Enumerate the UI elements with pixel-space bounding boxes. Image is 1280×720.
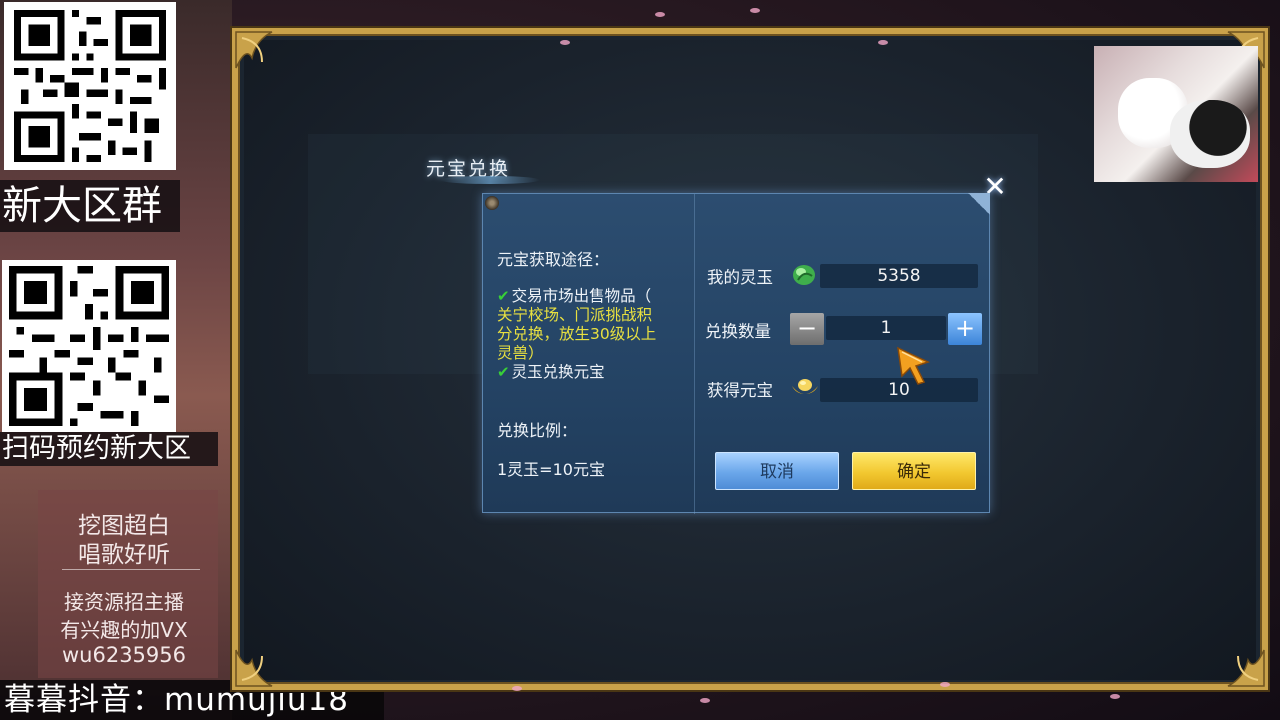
cursor-icon [894,344,936,386]
source-line-5: ✔ 灵玉兑换元宝 [497,363,605,381]
qr-code-top [4,2,176,170]
obtain-ingot-label: 获得元宝 [707,381,773,400]
page-fold-icon [968,193,990,215]
ingot-icon [790,374,820,400]
frame-corner-ornament-icon [232,28,302,98]
title-swoosh [440,176,540,184]
petal-decoration [560,40,570,45]
my-jade-label: 我的灵玉 [707,268,773,287]
new-zone-group-label: 新大区群 [0,180,180,232]
promo-wechat-id: wu6235956 [61,643,186,667]
petal-decoration [655,12,665,17]
source-title: 元宝获取途径： [497,250,610,269]
petal-decoration [878,40,888,45]
cat-image [1170,100,1250,168]
promo-line-2: 唱歌好听 [78,542,170,568]
confirm-button[interactable]: 确定 [852,452,976,490]
jade-icon [790,260,818,288]
promo-line-3: 接资源招主播 [64,590,184,614]
scan-reserve-label: 扫码预约新大区 [0,432,218,466]
petal-decoration [700,698,710,703]
cancel-button[interactable]: 取消 [715,452,839,490]
my-jade-value: 5358 [820,264,978,288]
ratio-title: 兑换比例： [497,421,578,440]
exchange-qty-input[interactable]: 1 [826,316,946,340]
qr-code-bottom [2,260,176,432]
increase-qty-button[interactable]: + [948,313,982,345]
petal-decoration [940,682,950,687]
promo-line-4: 有兴趣的加VX [60,618,188,642]
petal-decoration [512,686,522,691]
promo-divider [62,569,200,570]
decrease-qty-button[interactable]: − [790,313,824,345]
check-icon: ✔ [497,363,510,381]
ratio-value: 1灵玉=10元宝 [497,460,605,479]
frame-corner-ornament-icon [232,620,302,690]
petal-decoration [1110,694,1120,699]
frame-corner-ornament-icon [1198,620,1268,690]
stream-stage: 新大区群 扫码预约新大区 挖图超白 唱歌好听 接资源招主播 有兴趣的加VX wu… [0,0,1280,720]
exchange-qty-label: 兑换数量 [705,322,771,341]
pin-icon [485,196,499,210]
petal-decoration [750,8,760,13]
